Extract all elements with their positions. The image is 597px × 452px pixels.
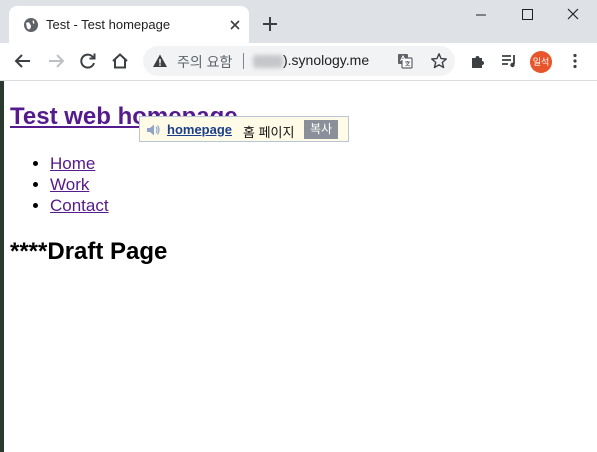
back-icon[interactable]: [14, 52, 32, 70]
page-heading: ****Draft Page: [10, 238, 168, 265]
globe-icon: [24, 18, 38, 32]
translate-icon[interactable]: [397, 53, 413, 69]
nav-item: Work: [50, 174, 109, 195]
menu-kebab-icon[interactable]: [566, 52, 584, 70]
profile-avatar[interactable]: 일석: [530, 51, 552, 73]
speaker-icon[interactable]: [145, 122, 161, 138]
nav-item: Contact: [50, 195, 109, 216]
nav-link-work[interactable]: Work: [50, 175, 89, 194]
close-tab-icon[interactable]: [228, 18, 242, 32]
nav-item: Home: [50, 153, 109, 174]
dictionary-popup: homepage 홈 페이지 복사: [139, 116, 349, 142]
address-host[interactable]: ).synology.me: [283, 52, 369, 68]
tab-strip: Test - Test homepage: [0, 0, 597, 43]
forward-icon[interactable]: [47, 52, 65, 70]
security-label[interactable]: 주의 요함: [177, 52, 232, 72]
tab-title: Test - Test homepage: [46, 17, 171, 32]
home-icon[interactable]: [111, 52, 129, 70]
reload-icon[interactable]: [79, 52, 97, 70]
media-queue-icon[interactable]: [500, 52, 518, 70]
minimize-icon[interactable]: [458, 0, 504, 30]
window-close-icon[interactable]: [550, 0, 596, 30]
address-bar[interactable]: 주의 요함 ).synology.me: [143, 46, 455, 76]
extensions-icon[interactable]: [469, 52, 487, 70]
nav-list: Home Work Contact: [30, 153, 109, 216]
nav-link-home[interactable]: Home: [50, 154, 95, 173]
dictionary-meaning: 홈 페이지: [243, 125, 295, 140]
warning-icon[interactable]: [152, 53, 168, 69]
tab-active[interactable]: Test - Test homepage: [9, 6, 249, 43]
redacted-hostname: [253, 55, 283, 68]
nav-link-contact[interactable]: Contact: [50, 196, 109, 215]
new-tab-icon[interactable]: [262, 16, 278, 32]
copy-button[interactable]: 복사: [304, 120, 338, 139]
toolbar: 주의 요함 ).synology.me 일석: [0, 43, 597, 81]
dictionary-word[interactable]: homepage: [167, 122, 232, 137]
maximize-icon[interactable]: [504, 0, 550, 30]
bookmark-star-icon[interactable]: [430, 52, 448, 70]
address-separator: [243, 53, 244, 69]
